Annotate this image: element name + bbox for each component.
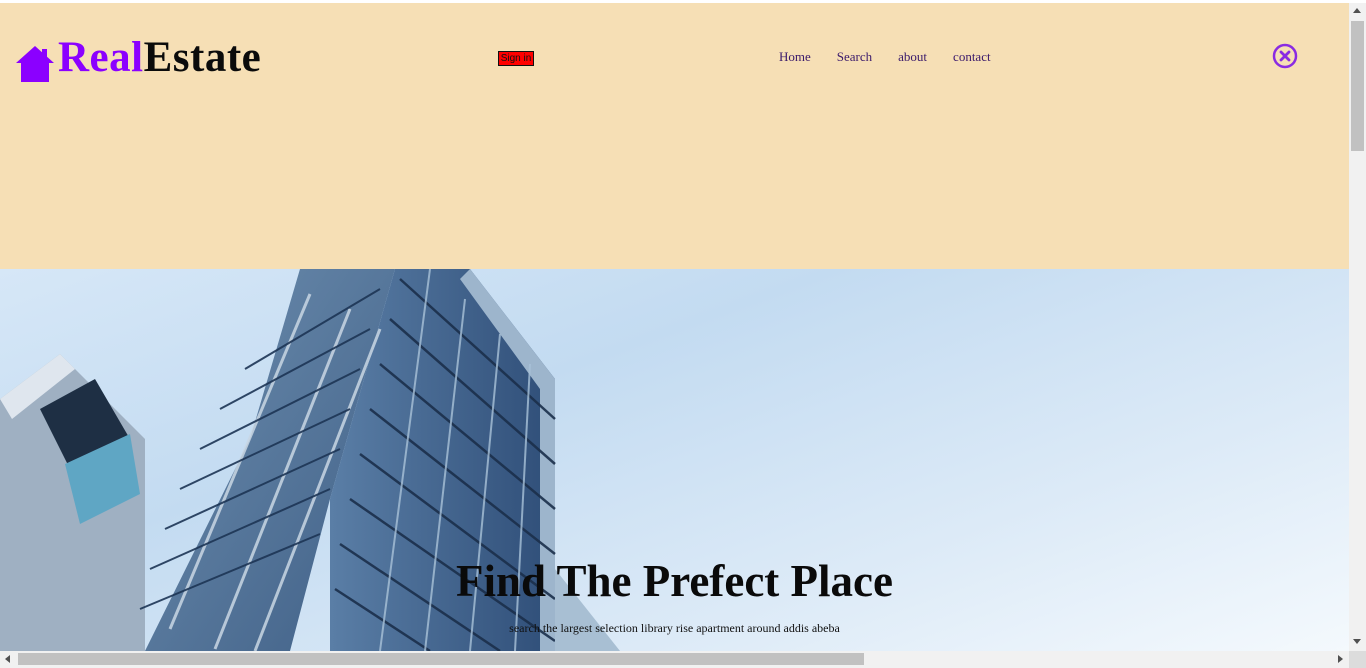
- nav-item-about[interactable]: about: [898, 49, 927, 65]
- signin-button[interactable]: Sign in: [498, 51, 534, 66]
- site-title-estate: Estate: [143, 34, 262, 81]
- hero-subtitle: search the largest selection library ris…: [509, 621, 840, 635]
- site-title-real: Real: [58, 34, 144, 81]
- site-logo[interactable]: RealEstate: [14, 31, 261, 85]
- vertical-scroll-thumb[interactable]: [1351, 21, 1364, 151]
- site-header: RealEstate Sign in Home Search about con…: [0, 3, 1349, 269]
- scroll-left-arrow-icon[interactable]: [5, 655, 10, 663]
- hero-section: Find The Prefect Place search the larges…: [0, 269, 1349, 651]
- scrollbar-corner: [1349, 651, 1366, 668]
- horizontal-scroll-thumb[interactable]: [18, 653, 864, 665]
- nav-item-contact[interactable]: contact: [953, 49, 991, 65]
- nav-item-search[interactable]: Search: [837, 49, 872, 65]
- scroll-down-arrow-icon[interactable]: [1353, 639, 1361, 644]
- nav-item-home[interactable]: Home: [779, 49, 811, 65]
- scroll-right-arrow-icon[interactable]: [1338, 655, 1343, 663]
- vertical-scrollbar[interactable]: [1349, 3, 1366, 651]
- house-icon: [16, 46, 54, 82]
- horizontal-scrollbar[interactable]: [0, 651, 1349, 668]
- scroll-up-arrow-icon[interactable]: [1353, 8, 1361, 13]
- site-title: RealEstate: [58, 31, 261, 85]
- main-nav: Home Search about contact: [779, 49, 1017, 65]
- hero-title: Find The Prefect Place: [456, 556, 893, 606]
- page-viewport: RealEstate Sign in Home Search about con…: [0, 3, 1349, 651]
- close-circle-icon[interactable]: [1272, 43, 1298, 69]
